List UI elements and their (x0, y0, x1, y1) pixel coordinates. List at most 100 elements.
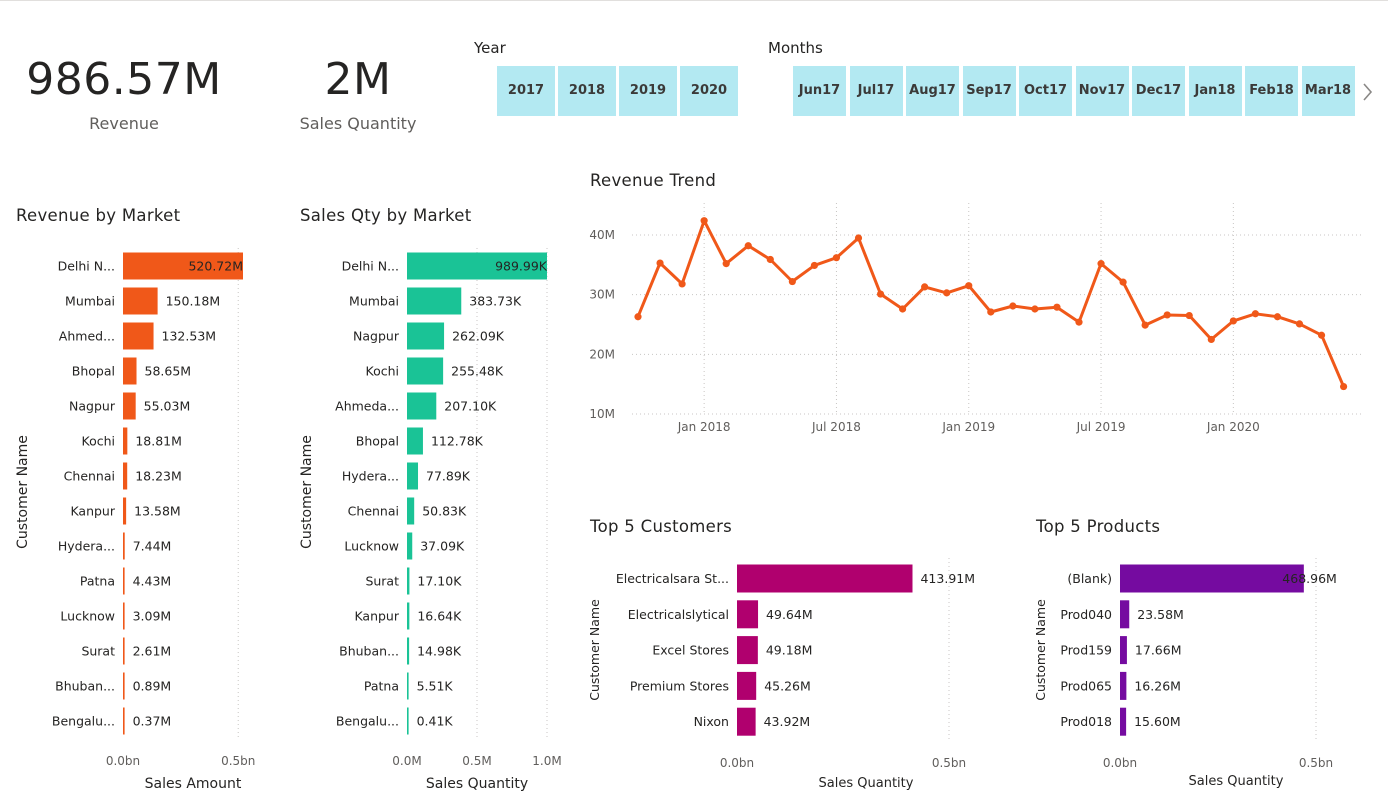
year-option-2019[interactable]: 2019 (619, 66, 677, 116)
bar[interactable] (407, 497, 415, 525)
data-point[interactable] (899, 305, 907, 313)
month-year: 17 (1107, 83, 1126, 98)
bar[interactable] (123, 602, 125, 630)
year-option-2017[interactable]: 2017 (497, 66, 555, 116)
data-point[interactable] (1340, 382, 1348, 391)
bar[interactable] (123, 532, 125, 560)
data-point[interactable] (1097, 260, 1105, 268)
data-point[interactable] (1273, 313, 1282, 321)
category-label: Lucknow (344, 539, 399, 554)
data-point[interactable] (1295, 320, 1304, 328)
bar[interactable] (407, 672, 409, 700)
month-option-dec-17[interactable]: Dec 17 (1132, 66, 1185, 116)
month-name: Mar (1304, 83, 1334, 98)
data-point[interactable] (700, 217, 708, 225)
data-point[interactable] (921, 283, 929, 291)
data-point[interactable] (634, 313, 642, 321)
category-label: Nagpur (353, 329, 400, 344)
data-point[interactable] (1229, 317, 1237, 325)
bar[interactable] (407, 357, 444, 385)
bar[interactable] (123, 567, 125, 595)
bar[interactable] (123, 672, 125, 700)
bar[interactable] (407, 567, 410, 595)
data-point[interactable] (1207, 335, 1215, 344)
bar[interactable] (123, 392, 136, 420)
data-point[interactable] (1031, 305, 1039, 313)
data-point[interactable] (854, 234, 863, 242)
data-point[interactable] (832, 254, 841, 262)
data-point[interactable] (876, 290, 885, 298)
month-option-feb-18[interactable]: Feb 18 (1245, 66, 1298, 116)
data-point[interactable] (656, 259, 664, 267)
revenue-kpi-value: 986.57M (26, 54, 222, 105)
data-point[interactable] (987, 308, 995, 316)
category-label: Delhi N... (342, 259, 399, 274)
month-option-mar-18[interactable]: Mar 18 (1301, 66, 1355, 116)
bar[interactable] (737, 636, 758, 665)
data-point[interactable] (943, 289, 951, 297)
month-option-oct-17[interactable]: Oct 17 (1019, 66, 1072, 116)
data-point[interactable] (965, 282, 973, 290)
bar[interactable] (1120, 707, 1127, 736)
bar[interactable] (407, 532, 413, 560)
category-label: Patna (364, 679, 399, 694)
data-point[interactable] (1251, 310, 1259, 318)
data-point[interactable] (1163, 311, 1171, 319)
revenue-line[interactable] (636, 219, 1345, 388)
data-label: 77.89K (426, 469, 471, 484)
data-point[interactable] (1075, 318, 1083, 326)
bar[interactable] (123, 637, 125, 665)
bar[interactable] (407, 287, 462, 315)
month-option-jan-18[interactable]: Jan 18 (1188, 66, 1242, 116)
bar[interactable] (407, 427, 423, 455)
bar[interactable] (123, 707, 125, 735)
bar[interactable] (737, 564, 913, 593)
bar[interactable] (123, 287, 158, 315)
month-option-sep-17[interactable]: Sep 17 (962, 66, 1016, 116)
month-option-nov-17[interactable]: Nov 17 (1075, 66, 1129, 116)
data-point[interactable] (1009, 302, 1017, 310)
month-option-jun-17[interactable]: Jun 17 (793, 66, 846, 116)
bar[interactable] (407, 462, 419, 490)
data-point[interactable] (788, 277, 796, 286)
bar[interactable] (407, 602, 410, 630)
category-label: Bhopal (356, 434, 399, 449)
month-option-aug-17[interactable]: Aug 17 (906, 66, 959, 116)
bar[interactable] (407, 637, 410, 665)
bar[interactable] (1120, 600, 1130, 629)
bar[interactable] (123, 322, 154, 350)
bar[interactable] (407, 392, 437, 420)
bar[interactable] (1120, 564, 1304, 593)
bar[interactable] (1120, 636, 1127, 665)
data-point[interactable] (1119, 278, 1127, 286)
chevron-right-icon[interactable] (1359, 79, 1377, 105)
category-label: Kochi (82, 434, 116, 449)
bar[interactable] (123, 357, 137, 385)
x-tick-label: 0.0M (392, 754, 421, 768)
data-point[interactable] (1053, 303, 1061, 311)
data-point[interactable] (1141, 321, 1149, 329)
data-point[interactable] (766, 255, 774, 264)
data-point[interactable] (678, 280, 686, 288)
year-option-2020[interactable]: 2020 (680, 66, 738, 116)
data-point[interactable] (1317, 331, 1326, 339)
data-point[interactable] (722, 260, 730, 268)
bar[interactable] (123, 462, 128, 490)
month-name: Oct (1023, 83, 1049, 98)
bar[interactable] (407, 322, 445, 350)
bar[interactable] (1120, 671, 1127, 700)
category-label: Delhi N... (58, 259, 115, 274)
data-label: 989.99K (495, 259, 548, 274)
bar[interactable] (123, 497, 127, 525)
year-option-2018[interactable]: 2018 (558, 66, 616, 116)
bar[interactable] (737, 600, 759, 629)
bar[interactable] (737, 707, 756, 736)
category-label: Nagpur (69, 399, 116, 414)
data-point[interactable] (744, 242, 752, 250)
bar[interactable] (123, 427, 128, 455)
bar[interactable] (407, 707, 409, 735)
data-point[interactable] (810, 261, 818, 270)
data-point[interactable] (1185, 311, 1193, 320)
bar[interactable] (737, 671, 757, 700)
month-option-jul-17[interactable]: Jul 17 (849, 66, 903, 116)
